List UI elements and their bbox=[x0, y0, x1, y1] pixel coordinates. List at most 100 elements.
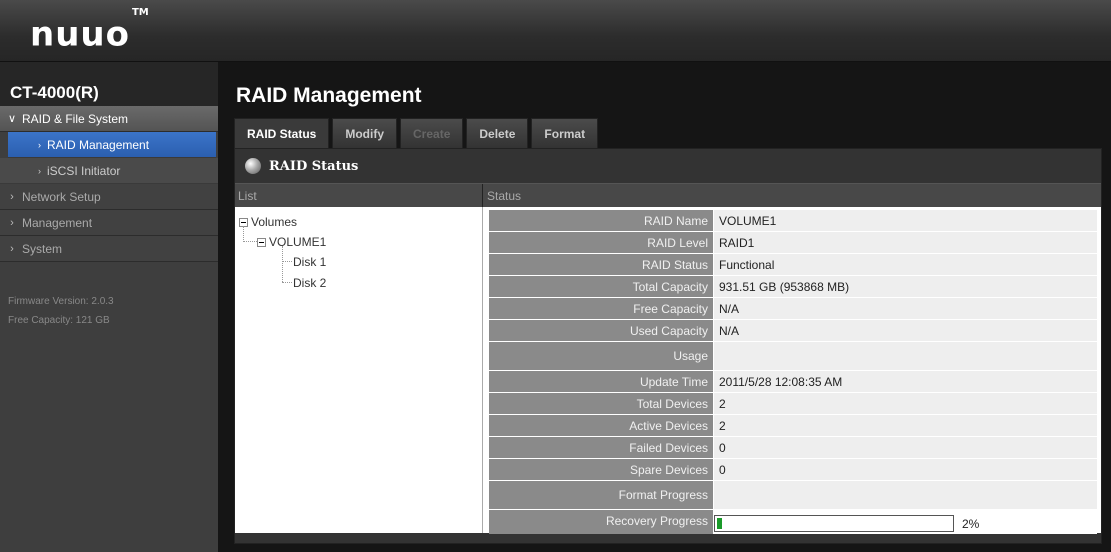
status-row: Total Devices 2 bbox=[489, 393, 1097, 414]
status-label: Recovery Progress bbox=[489, 510, 713, 534]
status-value: 2 bbox=[713, 393, 1097, 414]
tree-connector bbox=[243, 241, 257, 242]
status-row: Failed Devices 0 bbox=[489, 437, 1097, 458]
status-row: RAID Status Functional bbox=[489, 254, 1097, 275]
nav-label: RAID Management bbox=[47, 137, 150, 152]
nav-management[interactable]: › Management bbox=[0, 210, 218, 236]
status-table: RAID Name VOLUME1 RAID Level RAID1 RAID St… bbox=[483, 207, 1101, 534]
status-row: Used Capacity N/A bbox=[489, 320, 1097, 341]
status-header: Status bbox=[487, 189, 522, 203]
status-value: 2% bbox=[713, 510, 1097, 534]
tab-create: Create bbox=[400, 118, 464, 148]
nav-label: iSCSI Initiator bbox=[47, 163, 121, 178]
nav-label: RAID & File System bbox=[22, 111, 129, 126]
list-header: List bbox=[235, 184, 483, 207]
nav-iscsi-initiator[interactable]: › iSCSI Initiator bbox=[0, 158, 218, 184]
nav-label: Management bbox=[22, 215, 93, 230]
status-row: Update Time 2011/5/28 12:08:35 AM bbox=[489, 371, 1097, 392]
panel-title-text: RAID Status bbox=[269, 158, 359, 174]
tab-modify[interactable]: Modify bbox=[332, 118, 398, 148]
recovery-percent: 2% bbox=[962, 517, 980, 531]
device-name: CT-4000(R) bbox=[0, 62, 218, 106]
status-label: RAID Status bbox=[489, 254, 713, 275]
tree-node-disk2[interactable]: Disk 2 bbox=[293, 274, 326, 292]
status-label: Spare Devices bbox=[489, 459, 713, 480]
sidebar: CT-4000(R) ∨ RAID & File System › RAID M… bbox=[0, 62, 218, 552]
nuuo-logo: nuuoTM bbox=[30, 7, 149, 55]
status-label: Failed Devices bbox=[489, 437, 713, 458]
chevron-right-icon: › bbox=[10, 242, 14, 255]
status-row: Total Capacity 931.51 GB (953868 MB) bbox=[489, 276, 1097, 297]
status-label: Format Progress bbox=[489, 481, 713, 509]
status-value bbox=[713, 481, 1097, 509]
nav-network-setup[interactable]: › Network Setup bbox=[0, 184, 218, 210]
panel-title: RAID Status bbox=[235, 149, 1101, 183]
status-row: Spare Devices 0 bbox=[489, 459, 1097, 480]
tree-label: Disk 1 bbox=[293, 255, 327, 269]
tree-label: VOLUME1 bbox=[269, 235, 327, 249]
status-label: Usage bbox=[489, 342, 713, 370]
volume-tree: Volumes VOLUME1 Disk 1 Disk 2 bbox=[235, 207, 483, 533]
main-content: RAID Management RAID Status Modify Creat… bbox=[228, 62, 1111, 552]
status-row: Free Capacity N/A bbox=[489, 298, 1097, 319]
nav-raid-file-system[interactable]: ∨ RAID & File System bbox=[0, 106, 218, 132]
tree-connector bbox=[282, 246, 283, 282]
tree-node-disk1[interactable]: Disk 1 bbox=[293, 253, 326, 271]
status-value: N/A bbox=[713, 298, 1097, 319]
nav-label: System bbox=[22, 241, 63, 256]
recovery-progress-bar bbox=[714, 515, 954, 532]
column-headers: List Status bbox=[235, 183, 1101, 207]
nav-system[interactable]: › System bbox=[0, 236, 218, 262]
status-row: Active Devices 2 bbox=[489, 415, 1097, 436]
status-value: 931.51 GB (953868 MB) bbox=[713, 276, 1097, 297]
status-row: RAID Level RAID1 bbox=[489, 232, 1097, 253]
status-label: Update Time bbox=[489, 371, 713, 392]
collapse-icon[interactable] bbox=[257, 237, 266, 247]
status-label: RAID Name bbox=[489, 210, 713, 231]
tree-label: Volumes bbox=[251, 215, 298, 229]
status-label: Used Capacity bbox=[489, 320, 713, 341]
status-label: RAID Level bbox=[489, 232, 713, 253]
status-value: RAID1 bbox=[713, 232, 1097, 253]
tree-connector bbox=[282, 261, 292, 262]
chevron-down-icon: ∨ bbox=[7, 113, 17, 125]
chevron-right-icon: › bbox=[10, 216, 14, 229]
status-value: N/A bbox=[713, 320, 1097, 341]
raid-status-panel: RAID Status List Status Volumes VOLUME1 bbox=[234, 148, 1102, 544]
top-header: nuuoTM bbox=[0, 0, 1111, 62]
status-row: Format Progress bbox=[489, 481, 1097, 509]
status-value: VOLUME1 bbox=[713, 210, 1097, 231]
tree-connector bbox=[243, 226, 244, 242]
nav-raid-management[interactable]: › RAID Management bbox=[8, 132, 216, 158]
status-value: 0 bbox=[713, 459, 1097, 480]
chevron-right-icon: › bbox=[38, 139, 41, 150]
tree-connector bbox=[282, 282, 292, 283]
nav-label: Network Setup bbox=[22, 189, 101, 204]
status-label: Total Capacity bbox=[489, 276, 713, 297]
status-label: Total Devices bbox=[489, 393, 713, 414]
tab-delete[interactable]: Delete bbox=[466, 118, 529, 148]
status-value: 0 bbox=[713, 437, 1097, 458]
status-label: Free Capacity bbox=[489, 298, 713, 319]
panel-body: Volumes VOLUME1 Disk 1 Disk 2 RAID Name … bbox=[235, 207, 1101, 534]
status-value: Functional bbox=[713, 254, 1097, 275]
progress-fill bbox=[717, 518, 722, 529]
status-ball-icon bbox=[245, 158, 261, 174]
status-value bbox=[713, 342, 1097, 370]
status-value: 2011/5/28 12:08:35 AM bbox=[713, 371, 1097, 392]
tab-bar: RAID Status Modify Create Delete Format bbox=[234, 118, 601, 148]
status-row: RAID Name VOLUME1 bbox=[489, 210, 1097, 231]
status-value: 2 bbox=[713, 415, 1097, 436]
firmware-version: Firmware Version: 2.0.3 bbox=[8, 296, 114, 307]
tab-raid-status[interactable]: RAID Status bbox=[234, 118, 330, 148]
page-title: RAID Management bbox=[236, 84, 422, 107]
tree-node-volumes[interactable]: Volumes bbox=[239, 213, 297, 231]
status-row: Usage bbox=[489, 342, 1097, 370]
recovery-progress-row: Recovery Progress 2% bbox=[489, 510, 1097, 534]
chevron-right-icon: › bbox=[10, 190, 14, 203]
status-label: Active Devices bbox=[489, 415, 713, 436]
tree-node-volume1[interactable]: VOLUME1 bbox=[257, 233, 326, 251]
free-capacity: Free Capacity: 121 GB bbox=[8, 315, 110, 326]
system-info: Firmware Version: 2.0.3 Free Capacity: 1… bbox=[0, 262, 218, 330]
tab-format[interactable]: Format bbox=[531, 118, 599, 148]
